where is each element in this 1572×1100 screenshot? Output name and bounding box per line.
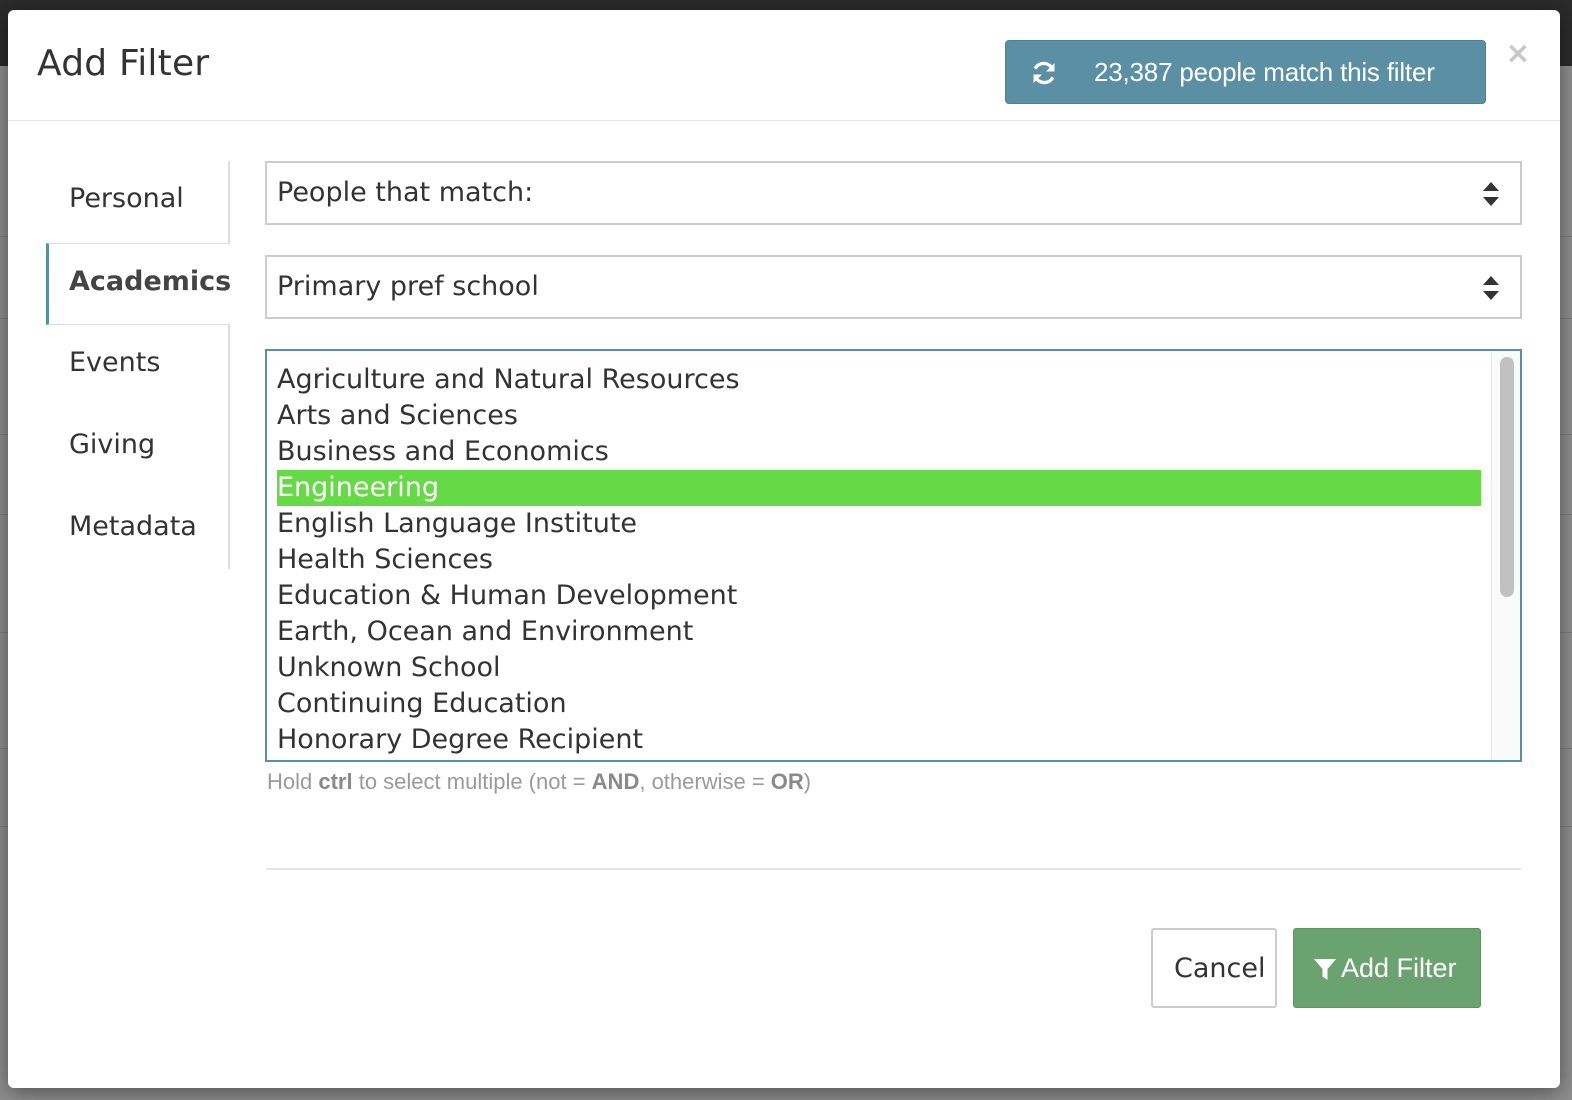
sort-icon [1483, 182, 1499, 206]
help-text-part: Hold [267, 769, 319, 794]
field-select[interactable]: Primary pref school [265, 255, 1522, 319]
scrollbar-thumb[interactable] [1500, 357, 1514, 597]
list-option[interactable]: Continuing Education [277, 686, 1481, 722]
help-text-part: ) [803, 769, 812, 794]
help-ctrl-key: ctrl [318, 769, 353, 794]
close-icon[interactable]: × [1504, 38, 1532, 70]
help-or-keyword: OR [770, 769, 804, 794]
list-option-selected[interactable]: Engineering [277, 470, 1481, 506]
field-select-value: Primary pref school [277, 271, 539, 302]
nav-item-label: Giving [69, 429, 156, 460]
match-count-button[interactable]: 23,387 people match this filter [1005, 40, 1486, 104]
multiselect-help-text: Hold ctrl to select multiple (not = AND,… [267, 769, 811, 795]
match-count-label: 23,387 people match this filter [1094, 57, 1435, 87]
sort-icon [1483, 276, 1499, 300]
list-option[interactable]: Earth, Ocean and Environment [277, 614, 1481, 650]
list-option[interactable]: Agriculture and Natural Resources [277, 362, 1481, 398]
nav-item-events[interactable]: Events [46, 325, 230, 407]
list-option[interactable]: Education & Human Development [277, 578, 1481, 614]
add-filter-dialog: Add Filter 23,387 people match this filt… [8, 10, 1560, 1088]
list-option[interactable]: Honorary Degree Recipient [277, 722, 1481, 758]
refresh-icon [1033, 61, 1055, 85]
dialog-header: Add Filter 23,387 people match this filt… [8, 10, 1560, 121]
nav-item-label: Events [69, 347, 161, 378]
nav-item-label: Metadata [69, 511, 197, 542]
cancel-button[interactable]: Cancel [1151, 928, 1277, 1008]
filter-icon [1314, 959, 1336, 980]
nav-item-label: Personal [69, 183, 184, 214]
list-option[interactable]: English Language Institute [277, 506, 1481, 542]
help-text-part: , otherwise = [639, 769, 771, 794]
list-option[interactable]: Business and Economics [277, 434, 1481, 470]
nav-item-metadata[interactable]: Metadata [46, 489, 230, 571]
nav-item-academics[interactable]: Academics [46, 243, 232, 325]
match-type-value: People that match: [277, 177, 534, 208]
dialog-title: Add Filter [37, 43, 210, 84]
nav-item-giving[interactable]: Giving [46, 407, 230, 489]
school-multiselect[interactable]: Agriculture and Natural Resources Arts a… [265, 349, 1522, 762]
cancel-button-label: Cancel [1174, 953, 1266, 984]
nav-item-label: Academics [69, 266, 232, 297]
filter-category-nav: Personal Academics Events Giving Metadat… [46, 161, 232, 573]
listbox-scrollbar[interactable] [1491, 351, 1520, 760]
add-filter-button-label: Add Filter [1341, 953, 1457, 983]
nav-item-personal[interactable]: Personal [46, 161, 230, 243]
help-text-part: to select multiple (not = [352, 769, 592, 794]
list-option[interactable]: Arts and Sciences [277, 398, 1481, 434]
add-filter-button[interactable]: Add Filter [1293, 928, 1481, 1008]
help-and-keyword: AND [591, 769, 640, 794]
list-option[interactable]: Unknown School [277, 650, 1481, 686]
match-type-select[interactable]: People that match: [265, 161, 1522, 225]
footer-divider [266, 868, 1521, 870]
list-option[interactable]: Health Sciences [277, 542, 1481, 578]
